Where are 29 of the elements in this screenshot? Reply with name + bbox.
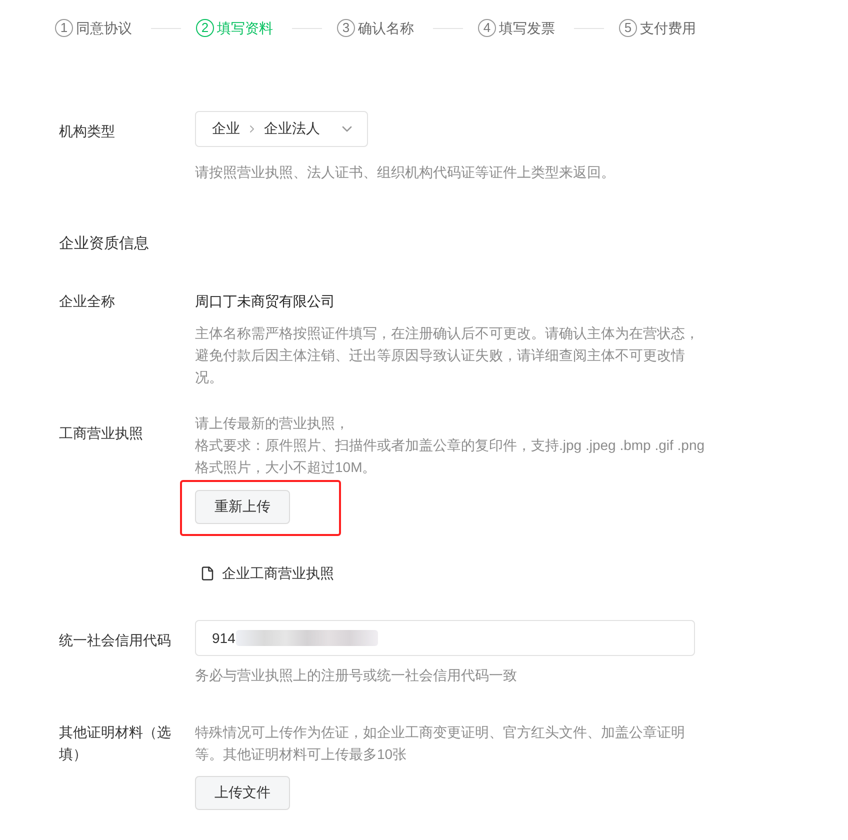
hint-text: 请按照营业执照、法人证书、组织机构代码证等证件上类型来返回。 [195, 163, 616, 182]
hint-text: 请上传最新的营业执照， [195, 414, 350, 433]
field-label: 其他证明材料（选填） [59, 723, 172, 764]
reupload-button[interactable]: 重新上传 [195, 490, 290, 524]
company-name-value: 周口丁未商贸有限公司 [195, 292, 335, 311]
upload-file-button[interactable]: 上传文件 [195, 776, 290, 810]
credit-code-input[interactable]: 914 [195, 620, 695, 656]
field-label: 企业全称 [59, 292, 116, 311]
hint-text: 务必与营业执照上的注册号或统一社会信用代码一致 [195, 666, 518, 685]
hint-text: 格式要求：原件照片、扫描件或者加盖公章的复印件，支持.jpg .jpeg .bmp .gif .png格式照片，大小不超过10M。 [195, 436, 705, 477]
field-label: 工商营业执照 [59, 424, 144, 443]
step-number: 3 [337, 19, 355, 37]
org-type-select[interactable]: 企业 企业法人 [195, 111, 368, 147]
document-icon [200, 564, 215, 582]
field-label: 机构类型 [59, 122, 116, 141]
step-number: 5 [619, 19, 637, 37]
step-label: 填写发票 [499, 19, 555, 38]
step-label: 确认名称 [358, 19, 414, 38]
step-label: 填写资料 [217, 19, 273, 38]
step-number: 1 [55, 19, 73, 37]
step-label: 支付费用 [640, 19, 696, 38]
hint-text: 主体名称需严格按照证件填写，在注册确认后不可更改。请确认主体为在营状态，避免付款后因主体注销、迁出等原因导致认证失败，请详细查阅主体不可更改情况。 [195, 324, 700, 387]
file-name-link[interactable]: 企业工商营业执照 [222, 562, 334, 584]
field-label: 统一社会信用代码 [59, 631, 172, 650]
step-label: 同意协议 [76, 19, 132, 38]
section-title: 企业资质信息 [59, 234, 150, 254]
hint-text: 特殊情况可上传作为佐证，如企业工商变更证明、官方红头文件、加盖公章证明等。其他证明材料可上传最多10张 [195, 723, 686, 764]
step-number: 4 [478, 19, 496, 37]
step-number: 2 [196, 19, 214, 37]
